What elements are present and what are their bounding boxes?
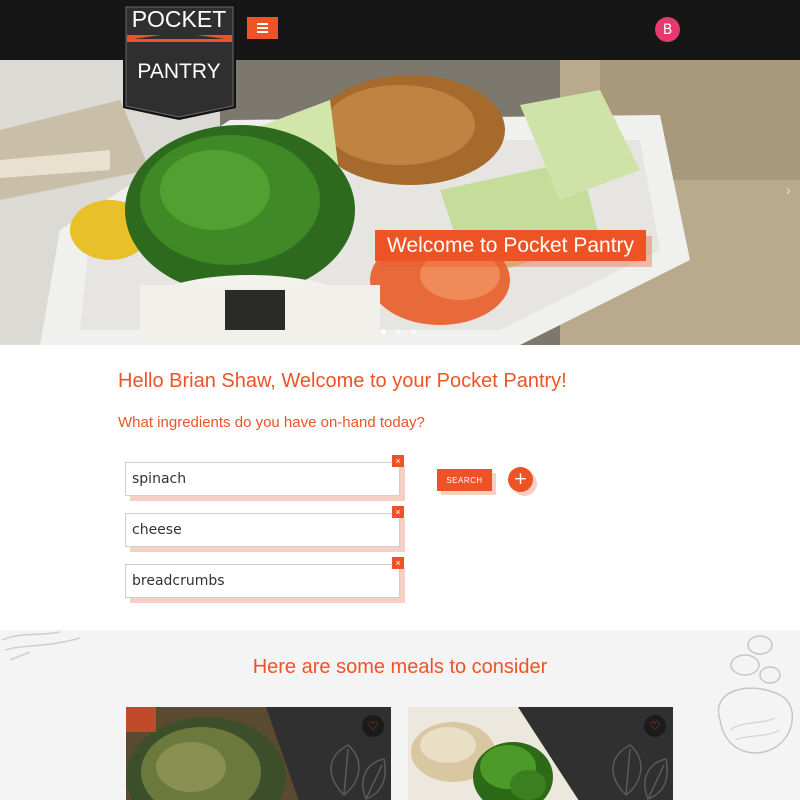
pocket-pantry-logo[interactable]: POCKET PANTRY xyxy=(123,4,236,120)
hero-food-image xyxy=(0,60,800,345)
carousel-dot[interactable] xyxy=(381,329,386,334)
ingredient-field-wrapper xyxy=(125,462,405,501)
meal-card[interactable]: ♡ xyxy=(126,707,391,800)
ingredient-input-2[interactable] xyxy=(125,513,400,547)
carousel-dot[interactable] xyxy=(411,329,416,334)
ingredients-question: What ingredients do you have on-hand tod… xyxy=(118,414,425,431)
hamburger-icon-bar xyxy=(257,31,268,33)
ingredient-field-wrapper xyxy=(125,564,405,603)
menu-button[interactable] xyxy=(247,17,278,39)
hero-title: Welcome to Pocket Pantry xyxy=(375,230,647,261)
hamburger-icon-bar xyxy=(257,23,268,25)
remove-ingredient-icon[interactable]: × xyxy=(392,455,404,467)
hero-carousel: Welcome to Pocket Pantry › xyxy=(0,60,800,345)
navbar: B xyxy=(0,0,800,60)
meal-card[interactable]: ♡ xyxy=(408,707,673,800)
search-button[interactable]: SEARCH xyxy=(437,469,492,491)
greeting-heading: Hello Brian Shaw, Welcome to your Pocket… xyxy=(118,370,567,392)
ingredient-field-wrapper xyxy=(125,513,405,552)
favorite-heart-icon[interactable]: ♡ xyxy=(362,715,384,737)
carousel-dot[interactable] xyxy=(396,329,401,334)
carousel-next-icon[interactable]: › xyxy=(786,182,791,198)
user-avatar[interactable]: B xyxy=(655,17,680,42)
carousel-indicators xyxy=(381,329,416,334)
meals-section: Here are some meals to consider ♡ ♡ xyxy=(0,630,800,800)
meals-heading: Here are some meals to consider xyxy=(252,656,548,678)
meal-image xyxy=(126,707,391,800)
hamburger-icon-bar xyxy=(257,27,268,29)
favorite-heart-icon[interactable]: ♡ xyxy=(644,715,666,737)
meal-image xyxy=(408,707,673,800)
ingredient-input-3[interactable] xyxy=(125,564,400,598)
ingredient-input-1[interactable] xyxy=(125,462,400,496)
logo-text-bottom: PANTRY xyxy=(137,60,220,83)
logo-text-top: POCKET xyxy=(132,6,227,32)
remove-ingredient-icon[interactable]: × xyxy=(392,506,404,518)
remove-ingredient-icon[interactable]: × xyxy=(392,557,404,569)
add-ingredient-icon[interactable]: + xyxy=(508,467,533,492)
